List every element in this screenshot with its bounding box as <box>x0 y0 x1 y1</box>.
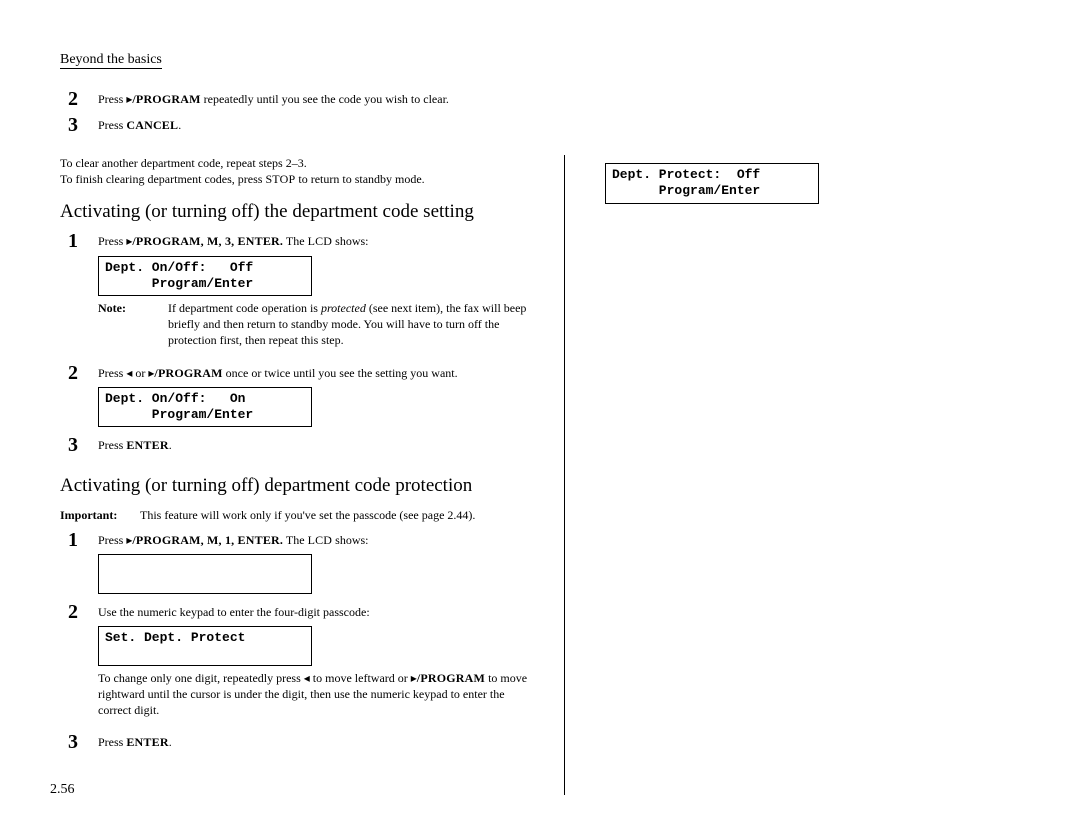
t: Press <box>98 366 126 380</box>
step-text: Press CANCEL. <box>98 117 1020 133</box>
lcd-word: LCD <box>308 533 333 547</box>
step-number: 2 <box>68 89 98 109</box>
t: to return to standby mode. <box>295 172 424 186</box>
sec2-step-1: 1 Press ▸/PROGRAM, M, 1, ENTER. The LCD … <box>68 532 540 598</box>
lcd-display-right: Dept. Protect: Off Program/Enter <box>605 163 819 204</box>
t: To clear another department code, repeat… <box>60 156 307 170</box>
step-text: Press ▸/PROGRAM, M, 1, ENTER. The LCD sh… <box>98 532 540 598</box>
t: repeatedly until you see the code you wi… <box>201 92 449 106</box>
top-step-3: 3 Press CANCEL. <box>68 117 1020 137</box>
step-number: 3 <box>68 435 98 455</box>
note-text: If department code operation is protecte… <box>168 300 540 349</box>
key-program: /PROGRAM <box>417 671 485 685</box>
page-number: 2.56 <box>50 782 75 798</box>
digit-change-note: To change only one digit, repeatedly pre… <box>98 670 540 719</box>
t: If department code operation is <box>168 301 321 315</box>
key-cancel: CANCEL <box>126 118 178 132</box>
lcd-word: LCD <box>308 234 333 248</box>
step-text: Press ◂ or ▸/PROGRAM once or twice until… <box>98 365 540 432</box>
step-number: 2 <box>68 602 98 622</box>
lcd-display: Dept. On/Off: On Program/Enter <box>98 387 312 428</box>
running-header: Beyond the basics <box>60 52 162 69</box>
t: . <box>178 118 181 132</box>
step-text: Press ▸/PROGRAM, M, 3, ENTER. The LCD sh… <box>98 233 540 358</box>
sec1-step-3: 3 Press ENTER. <box>68 437 540 457</box>
right-column: Dept. Protect: Off Program/Enter <box>565 155 965 208</box>
t: The <box>283 234 307 248</box>
two-column-area: To clear another department code, repeat… <box>60 155 1020 795</box>
step-text: Use the numeric keypad to enter the four… <box>98 604 540 729</box>
left-column: To clear another department code, repeat… <box>60 155 565 795</box>
t: Use the numeric keypad to enter the four… <box>98 605 370 619</box>
step-text: Press ENTER. <box>98 734 540 750</box>
t: or <box>132 366 148 380</box>
key-enter: ENTER <box>126 438 168 452</box>
lcd-display: Set. Dept. Protect <box>98 626 312 666</box>
sec2-step-3: 3 Press ENTER. <box>68 734 540 754</box>
heading-activate-protection: Activating (or turning off) department c… <box>60 475 540 497</box>
heading-activate-setting: Activating (or turning off) the departme… <box>60 201 540 223</box>
note-block: Note: If department code operation is pr… <box>98 300 540 349</box>
step-number: 3 <box>68 732 98 752</box>
lcd-display-empty <box>98 554 312 594</box>
important-text: This feature will work only if you've se… <box>140 507 540 523</box>
t: shows: <box>332 533 368 547</box>
t: once or twice until you see the setting … <box>223 366 458 380</box>
important-block: Important: This feature will work only i… <box>60 507 540 523</box>
step-text: Press ENTER. <box>98 437 540 453</box>
t: shows: <box>332 234 368 248</box>
t: To finish clearing department codes, pre… <box>60 172 265 186</box>
sec2-step-2: 2 Use the numeric keypad to enter the fo… <box>68 604 540 729</box>
italic-protected: protected <box>321 301 366 315</box>
step-number: 1 <box>68 231 98 251</box>
sec1-step-1: 1 Press ▸/PROGRAM, M, 3, ENTER. The LCD … <box>68 233 540 358</box>
note-label: Note: <box>98 300 168 349</box>
important-label: Important: <box>60 507 140 523</box>
key-stop: STOP <box>265 172 295 186</box>
key-program: /PROGRAM <box>132 92 200 106</box>
t: . <box>169 438 172 452</box>
t: to move leftward or <box>310 671 411 685</box>
clear-paragraph: To clear another department code, repeat… <box>60 155 540 187</box>
t: Press <box>98 92 126 106</box>
top-step-2: 2 Press ▸/PROGRAM repeatedly until you s… <box>68 91 1020 111</box>
t: Press <box>98 533 126 547</box>
t: /PROGRAM <box>132 92 200 106</box>
t: . <box>169 735 172 749</box>
step-number: 1 <box>68 530 98 550</box>
t: Press <box>98 234 126 248</box>
key-enter: ENTER <box>126 735 168 749</box>
document-page: Beyond the basics 2 Press ▸/PROGRAM repe… <box>0 0 1080 834</box>
t: Press <box>98 735 126 749</box>
key-program: /PROGRAM <box>154 366 222 380</box>
step-number: 3 <box>68 115 98 135</box>
t: Press <box>98 118 126 132</box>
key-seq: /PROGRAM, M, 1, ENTER. <box>132 533 283 547</box>
step-number: 2 <box>68 363 98 383</box>
sec1-step-2: 2 Press ◂ or ▸/PROGRAM once or twice unt… <box>68 365 540 432</box>
key-seq: /PROGRAM, M, 3, ENTER. <box>132 234 283 248</box>
t: Press <box>98 438 126 452</box>
t: The <box>283 533 307 547</box>
t: To change only one digit, repeatedly pre… <box>98 671 304 685</box>
step-text: Press ▸/PROGRAM repeatedly until you see… <box>98 91 1020 107</box>
lcd-display: Dept. On/Off: Off Program/Enter <box>98 256 312 297</box>
